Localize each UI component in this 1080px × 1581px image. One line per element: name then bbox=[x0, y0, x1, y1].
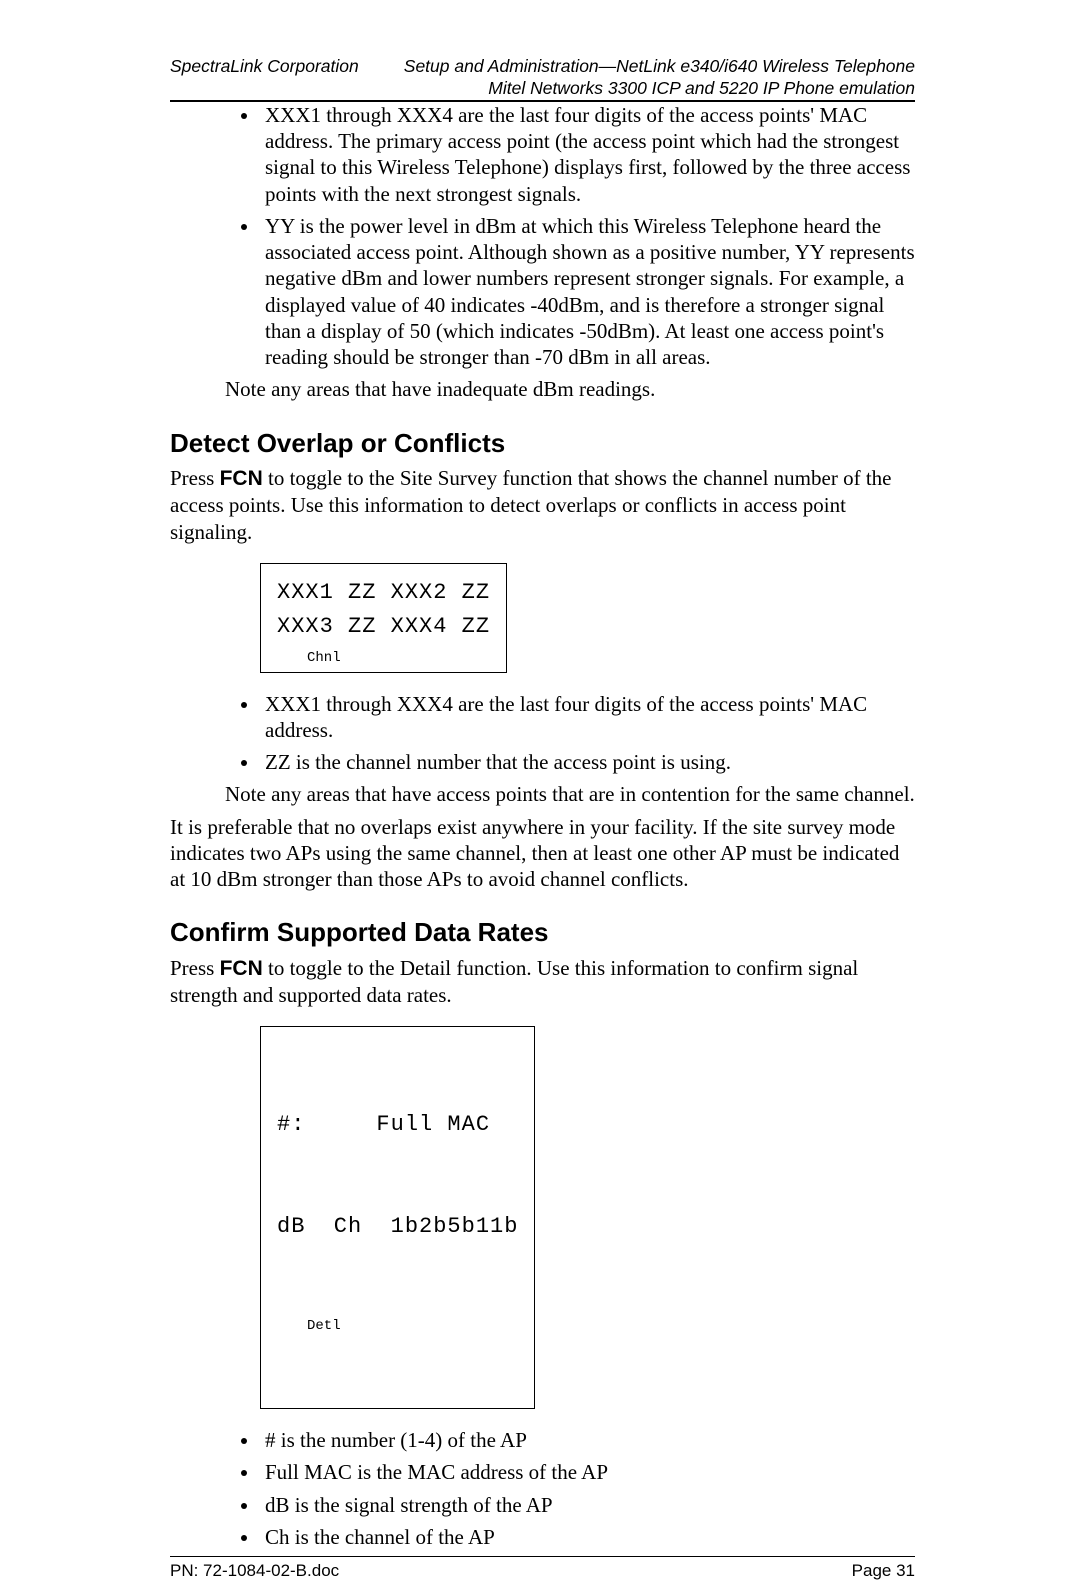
display-chnl-line2: XXX3 ZZ XXX4 ZZ bbox=[277, 610, 490, 644]
section2-bullet-1: # is the number (1-4) of the AP bbox=[260, 1427, 915, 1453]
section2-intro-pre: Press bbox=[170, 956, 220, 980]
footer-right: Page 31 bbox=[852, 1561, 915, 1581]
display-chnl-label: Chnl bbox=[307, 648, 490, 670]
display-chnl: XXX1 ZZ XXX2 ZZ XXX3 ZZ XXX4 ZZ Chnl bbox=[260, 563, 507, 673]
section2-bullet-4: Ch is the channel of the AP bbox=[260, 1524, 915, 1550]
section2-intro-post: to toggle to the Detail function. Use th… bbox=[170, 956, 858, 1007]
intro-bullet-1: XXX1 through XXX4 are the last four digi… bbox=[260, 102, 915, 207]
section1-closing: It is preferable that no overlaps exist … bbox=[170, 814, 915, 893]
page-content: XXX1 through XXX4 are the last four digi… bbox=[170, 102, 915, 1556]
intro-bullet-2: YY is the power level in dBm at which th… bbox=[260, 213, 915, 371]
display-detl-wrap: #: Full MAC dB Ch 1b2b5b11b Detl bbox=[260, 1026, 915, 1409]
fcn-label-2: FCN bbox=[220, 957, 263, 980]
section1-bullet-1: XXX1 through XXX4 are the last four digi… bbox=[260, 691, 915, 744]
display-detl-line2: dB Ch 1b2b5b11b bbox=[277, 1210, 518, 1244]
section1-bullet-2: ZZ is the channel number that the access… bbox=[260, 749, 915, 775]
section1-bullets: XXX1 through XXX4 are the last four digi… bbox=[170, 691, 915, 776]
section-title-overlap: Detect Overlap or Conflicts bbox=[170, 427, 915, 460]
section2-intro: Press FCN to toggle to the Detail functi… bbox=[170, 955, 915, 1009]
section2-bullet-3: dB is the signal strength of the AP bbox=[260, 1492, 915, 1518]
display-detl: #: Full MAC dB Ch 1b2b5b11b Detl bbox=[260, 1026, 535, 1409]
note-inadequate-dbm: Note any areas that have inadequate dBm … bbox=[225, 376, 915, 402]
section1-intro-pre: Press bbox=[170, 466, 220, 490]
header-right-line1: Setup and Administration—NetLink e340/i6… bbox=[404, 56, 915, 78]
section1-intro-post: to toggle to the Site Survey function th… bbox=[170, 466, 891, 544]
fcn-label-1: FCN bbox=[220, 467, 263, 490]
display-chnl-line1: XXX1 ZZ XXX2 ZZ bbox=[277, 576, 490, 610]
section2-bullet-2: Full MAC is the MAC address of the AP bbox=[260, 1459, 915, 1485]
header-left: SpectraLink Corporation bbox=[170, 56, 359, 77]
intro-bullets: XXX1 through XXX4 are the last four digi… bbox=[170, 102, 915, 371]
display-detl-line1: #: Full MAC bbox=[277, 1108, 518, 1142]
section2-bullets: # is the number (1-4) of the AP Full MAC… bbox=[170, 1427, 915, 1550]
page-footer: PN: 72-1084-02-B.doc Page 31 bbox=[170, 1556, 915, 1581]
display-detl-label: Detl bbox=[307, 1316, 518, 1338]
footer-left: PN: 72-1084-02-B.doc bbox=[170, 1561, 339, 1581]
section-title-datarates: Confirm Supported Data Rates bbox=[170, 916, 915, 949]
header-right: Setup and Administration—NetLink e340/i6… bbox=[404, 56, 915, 100]
display-chnl-wrap: XXX1 ZZ XXX2 ZZ XXX3 ZZ XXX4 ZZ Chnl bbox=[260, 563, 915, 673]
section1-note: Note any areas that have access points t… bbox=[225, 781, 915, 807]
section1-intro: Press FCN to toggle to the Site Survey f… bbox=[170, 465, 915, 545]
header-right-line2: Mitel Networks 3300 ICP and 5220 IP Phon… bbox=[404, 78, 915, 100]
page-header: SpectraLink Corporation Setup and Admini… bbox=[170, 56, 915, 102]
